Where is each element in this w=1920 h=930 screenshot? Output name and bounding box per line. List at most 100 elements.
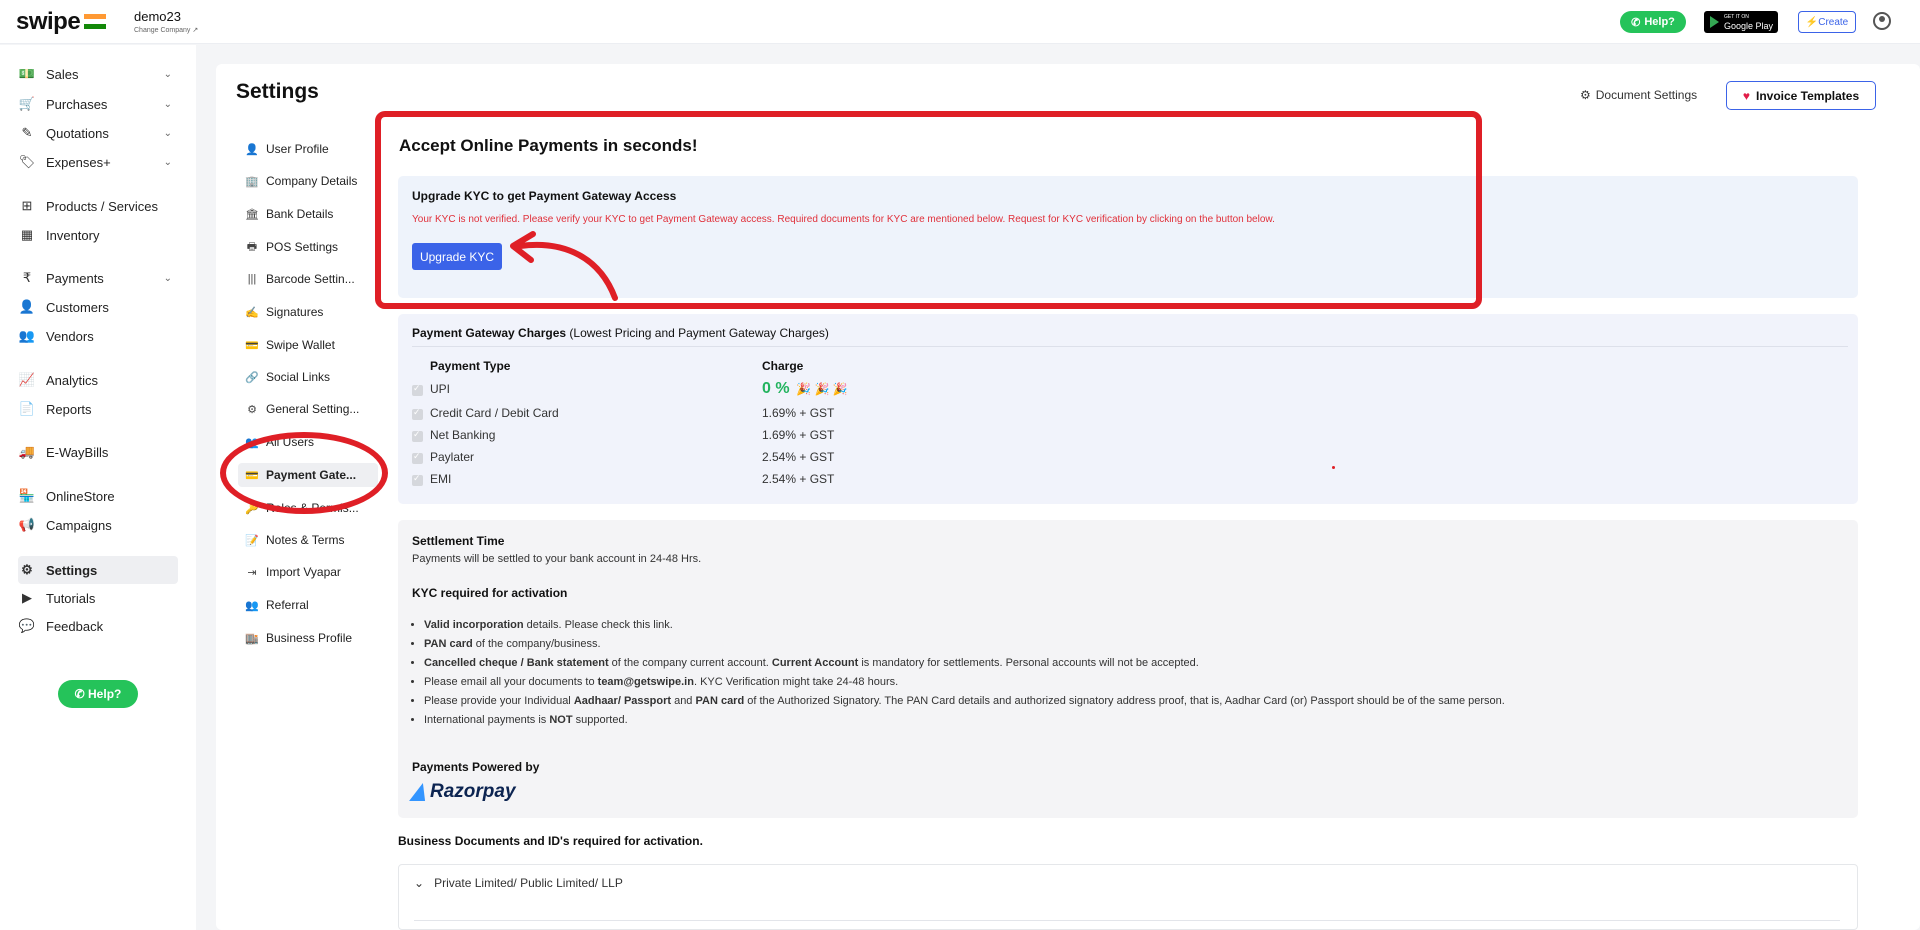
charge-cell: 0 % 🎉 🎉 🎉 xyxy=(762,380,848,398)
cash-icon: 💵 xyxy=(18,66,36,81)
sidebar-item-customers[interactable]: 👤 Customers xyxy=(18,295,178,319)
google-play-button[interactable]: GET IT ON Google Play xyxy=(1704,11,1778,33)
list-item: Cancelled cheque / Bank statement of the… xyxy=(424,654,1505,673)
settings-item-notes-terms[interactable]: 📝 Notes & Terms xyxy=(244,529,344,551)
pencil-icon: ✎ xyxy=(21,125,33,140)
sidebar-item-ewaybills[interactable]: 🚚 E-WayBills xyxy=(18,440,178,464)
bullet-bold: PAN card xyxy=(695,695,745,707)
store-icon: 🏬 xyxy=(245,632,259,645)
table-row: EMI 2.54% + GST xyxy=(412,472,1312,492)
sidebar-item-analytics[interactable]: 📈 Analytics xyxy=(18,368,178,392)
sidebar-item-products[interactable]: ⊞ Products / Services xyxy=(18,194,178,218)
column-header-payment-type: Payment Type xyxy=(430,359,511,373)
tag-icon: 🏷 xyxy=(18,154,36,169)
sidebar-item-inventory[interactable]: ▦ Inventory xyxy=(18,223,178,247)
sidebar-item-vendors[interactable]: 👥 Vendors xyxy=(18,324,178,348)
sidebar-item-purchases[interactable]: 🛒 Purchases ⌄ xyxy=(18,92,178,116)
sidebar-item-label: Settings xyxy=(46,562,98,578)
chevron-down-icon: ⌄ xyxy=(414,876,425,890)
invoice-templates-button[interactable]: ♥ Invoice Templates xyxy=(1726,81,1876,110)
sidebar-item-feedback[interactable]: 💬 Feedback xyxy=(18,614,178,638)
settings-item-label: Import Vyapar xyxy=(266,565,341,579)
settings-item-bank-details[interactable]: 🏛 Bank Details xyxy=(244,203,333,225)
import-icon: ⇥ xyxy=(247,566,257,579)
settings-item-social-links[interactable]: 🔗 Social Links xyxy=(244,366,330,388)
document-settings-button[interactable]: ⚙ Document Settings xyxy=(1580,88,1697,102)
settings-item-user-profile[interactable]: 👤 User Profile xyxy=(244,138,329,160)
truck-icon: 🚚 xyxy=(18,444,36,459)
help-button[interactable]: ✆ Help? xyxy=(1620,11,1686,33)
create-button[interactable]: ⚡Create xyxy=(1798,11,1856,33)
chevron-down-icon: ⌄ xyxy=(163,68,172,80)
chevron-down-icon: ⌄ xyxy=(163,98,172,110)
sidebar-item-label: Sales xyxy=(46,66,79,82)
kyc-required-title: KYC required for activation xyxy=(412,586,568,600)
india-flag-icon xyxy=(84,14,106,29)
sidebar-item-label: Products / Services xyxy=(46,198,158,214)
sidebar-item-label: Vendors xyxy=(46,328,94,344)
sidebar-item-sales[interactable]: 💵 Sales ⌄ xyxy=(18,62,178,86)
sidebar-item-label: Tutorials xyxy=(46,590,96,606)
divider xyxy=(414,920,1840,921)
gear-icon: ⚙ xyxy=(21,562,33,577)
sidebar-help-button[interactable]: ✆ Help? xyxy=(58,680,138,708)
swipe-logo[interactable]: swipe xyxy=(16,8,81,36)
user-avatar-icon[interactable] xyxy=(1873,12,1891,30)
settings-item-signatures[interactable]: ✍ Signatures xyxy=(244,301,323,323)
sidebar-item-tutorials[interactable]: ▶ Tutorials xyxy=(18,586,178,610)
settings-item-barcode[interactable]: ||| Barcode Settin... xyxy=(244,268,355,290)
accordion-header[interactable]: ⌄ Private Limited/ Public Limited/ LLP xyxy=(414,876,623,890)
payment-type: UPI xyxy=(430,382,451,396)
sidebar-item-payments[interactable]: ₹ Payments ⌄ xyxy=(18,266,178,290)
razorpay-logo: Razorpay xyxy=(409,781,516,803)
sidebar-item-label: Feedback xyxy=(46,618,104,634)
settings-item-pos-settings[interactable]: 🖶 POS Settings xyxy=(244,236,338,258)
top-bar: swipe demo23 Change Company ↗ ✆ Help? GE… xyxy=(0,0,1920,44)
settings-item-label: Referral xyxy=(266,598,309,612)
gateway-charges-title: Payment Gateway Charges (Lowest Pricing … xyxy=(412,326,829,340)
gear-icon: ⚙ xyxy=(247,403,257,416)
bullet-bold: PAN card xyxy=(424,638,473,650)
settings-item-business-profile[interactable]: 🏬 Business Profile xyxy=(244,627,352,649)
settings-item-import-vyapar[interactable]: ⇥ Import Vyapar xyxy=(244,561,341,583)
company-switcher[interactable]: demo23 Change Company ↗ xyxy=(134,9,198,34)
sidebar-item-onlinestore[interactable]: 🏪 OnlineStore xyxy=(18,484,178,508)
settings-item-label: Bank Details xyxy=(266,207,334,221)
checkbox[interactable] xyxy=(412,473,423,486)
checkbox[interactable] xyxy=(412,407,423,420)
bullet-bold: Cancelled cheque / Bank statement xyxy=(424,657,609,669)
checkbox[interactable] xyxy=(412,429,423,442)
settings-item-swipe-wallet[interactable]: 💳 Swipe Wallet xyxy=(244,334,335,356)
settings-item-label: General Setting... xyxy=(266,402,360,416)
whatsapp-icon: ✆ xyxy=(1631,16,1641,29)
sidebar-item-reports[interactable]: 📄 Reports xyxy=(18,397,178,421)
sidebar-item-campaigns[interactable]: 📢 Campaigns xyxy=(18,513,178,537)
annotation-circle xyxy=(220,432,388,514)
sidebar-item-expenses[interactable]: 🏷 Expenses+ ⌄ xyxy=(18,150,178,174)
support-email: team@getswipe.in xyxy=(597,676,694,688)
play-store-icon xyxy=(1710,16,1719,28)
doc-settings-label: Document Settings xyxy=(1595,88,1698,102)
sidebar-item-settings[interactable]: ⚙ Settings xyxy=(18,556,178,584)
payment-type: EMI xyxy=(430,472,452,486)
sidebar-item-label: Expenses+ xyxy=(46,154,111,170)
settings-item-label: Signatures xyxy=(266,305,324,319)
list-item: PAN card of the company/business. xyxy=(424,635,1505,654)
charge-value: 1.69% + GST xyxy=(762,406,835,420)
settings-item-general-settings[interactable]: ⚙ General Setting... xyxy=(244,398,359,420)
bullet-text: is mandatory for settlements. Personal a… xyxy=(858,657,1199,669)
party-popper-icon: 🎉 🎉 🎉 xyxy=(796,382,848,396)
bullet-bold: Current Account xyxy=(771,657,859,669)
settings-item-referral[interactable]: 👥 Referral xyxy=(244,594,309,616)
sidebar-item-quotations[interactable]: ✎ Quotations ⌄ xyxy=(18,121,178,145)
table-row: Credit Card / Debit Card 1.69% + GST xyxy=(412,406,1312,426)
charge-value: 2.54% + GST xyxy=(762,450,835,464)
checkbox[interactable] xyxy=(412,451,423,464)
settings-item-label: Notes & Terms xyxy=(266,533,345,547)
checkbox[interactable] xyxy=(412,383,423,396)
settings-item-company-details[interactable]: 🏢 Company Details xyxy=(244,170,357,192)
table-row: UPI 0 % 🎉 🎉 🎉 xyxy=(412,380,1312,402)
sidebar-item-label: Customers xyxy=(46,299,109,315)
change-company-link[interactable]: Change Company ↗ xyxy=(134,26,198,34)
payment-type: Paylater xyxy=(430,450,475,464)
